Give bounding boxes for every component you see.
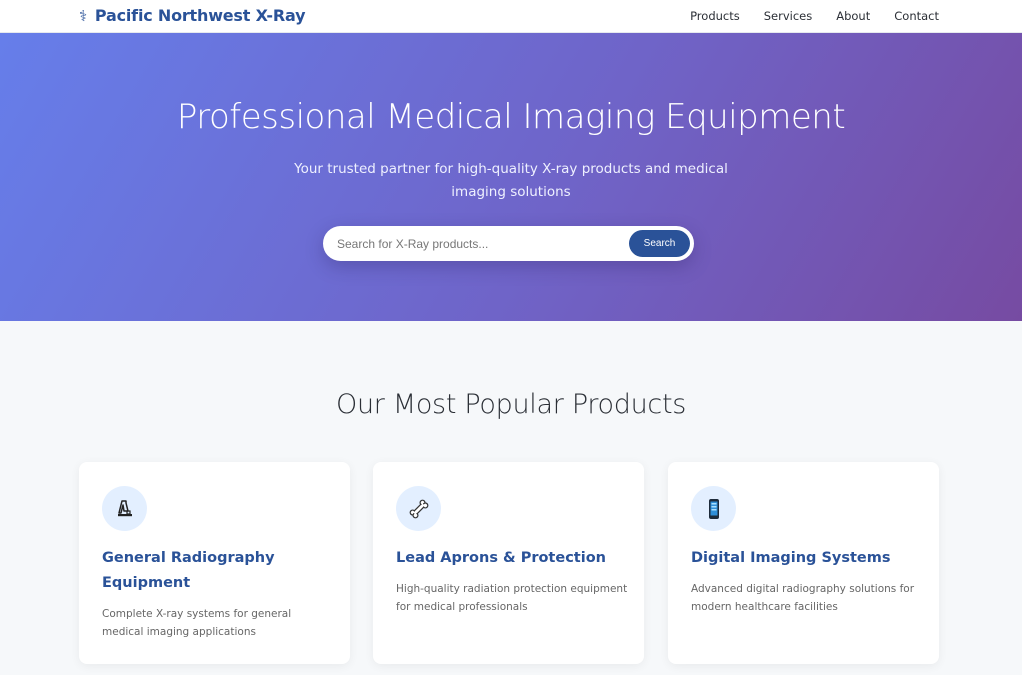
search-button[interactable]: Search bbox=[629, 230, 690, 257]
card-description: Complete X-ray systems for general medic… bbox=[102, 608, 292, 638]
brand-logo[interactable]: ⚕ Pacific Northwest X-Ray bbox=[79, 6, 306, 25]
card-title: Lead Aprons & Protection bbox=[396, 550, 606, 566]
product-card-digital-imaging[interactable]: Digital Imaging Systems Advanced digital… bbox=[668, 462, 939, 664]
x-ray-machine-icon bbox=[102, 486, 147, 531]
site-header: ⚕ Pacific Northwest X-Ray Products Servi… bbox=[0, 0, 1022, 33]
digital-device-icon bbox=[691, 486, 736, 531]
nav-services[interactable]: Services bbox=[764, 9, 813, 23]
caduceus-icon: ⚕ bbox=[79, 6, 87, 25]
products-heading: Our Most Popular Products bbox=[336, 389, 686, 420]
search-input[interactable] bbox=[337, 235, 617, 253]
product-card-lead-aprons[interactable]: Lead Aprons & Protection High-quality ra… bbox=[373, 462, 644, 664]
nav-products[interactable]: Products bbox=[690, 9, 740, 23]
hero-title: Professional Medical Imaging Equipment bbox=[176, 97, 846, 137]
search-bar: Search bbox=[323, 226, 694, 261]
nav-about[interactable]: About bbox=[836, 9, 870, 23]
hero-subtitle: Your trusted partner for high-quality X-… bbox=[294, 161, 728, 200]
hero-section: Professional Medical Imaging Equipment Y… bbox=[0, 33, 1022, 321]
card-title: Digital Imaging Systems bbox=[691, 550, 891, 566]
card-title: General Radiography Equipment bbox=[102, 550, 275, 591]
brand-name: Pacific Northwest X-Ray bbox=[94, 6, 306, 25]
card-description: High-quality radiation protection equipm… bbox=[396, 583, 628, 613]
product-card-radiography[interactable]: General Radiography Equipment Complete X… bbox=[79, 462, 350, 664]
nav-contact[interactable]: Contact bbox=[894, 9, 939, 23]
card-description: Advanced digital radiography solutions f… bbox=[691, 583, 915, 613]
main-nav: Products Services About Contact bbox=[690, 9, 939, 23]
bone-icon bbox=[396, 486, 441, 531]
